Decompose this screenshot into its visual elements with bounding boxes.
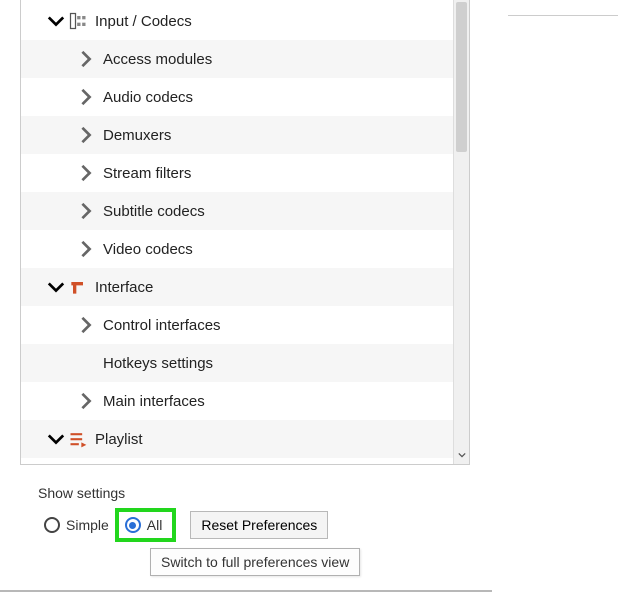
preferences-footer: Show settings Simple All Reset Preferenc… bbox=[20, 475, 470, 543]
preferences-tree-panel: Input / Codecs Access modules Audio code… bbox=[20, 0, 470, 465]
tree-category-label: Input / Codecs bbox=[95, 13, 192, 30]
tree-item-label: Stream filters bbox=[103, 165, 191, 182]
tree-item-label: Demuxers bbox=[103, 127, 171, 144]
radio-all[interactable]: All bbox=[115, 508, 177, 542]
radio-dot-icon bbox=[129, 522, 136, 529]
tree-category-label: Playlist bbox=[95, 431, 143, 448]
tree-item-label: Video codecs bbox=[103, 241, 193, 258]
chevron-right-icon bbox=[77, 164, 95, 182]
window-border-bottom bbox=[0, 590, 492, 592]
scroll-down-icon[interactable] bbox=[454, 448, 469, 462]
tree-item-stream-filters[interactable]: Stream filters bbox=[21, 154, 469, 192]
tree-item-label: Audio codecs bbox=[103, 89, 193, 106]
tree-item-access-modules[interactable]: Access modules bbox=[21, 40, 469, 78]
chevron-right-icon bbox=[77, 202, 95, 220]
tree-item-demuxers[interactable]: Demuxers bbox=[21, 116, 469, 154]
chevron-down-icon bbox=[47, 12, 65, 30]
settings-tree[interactable]: Input / Codecs Access modules Audio code… bbox=[21, 0, 469, 464]
tree-item-subtitle-codecs[interactable]: Subtitle codecs bbox=[21, 192, 469, 230]
show-settings-radio-group: Simple All Reset Preferences bbox=[38, 507, 470, 543]
vertical-scrollbar[interactable] bbox=[453, 0, 469, 464]
tree-item-video-codecs[interactable]: Video codecs bbox=[21, 230, 469, 268]
chevron-down-icon bbox=[47, 278, 65, 296]
scroll-thumb[interactable] bbox=[456, 2, 467, 152]
show-settings-label: Show settings bbox=[38, 485, 470, 501]
chevron-right-icon bbox=[77, 240, 95, 258]
chevron-right-icon bbox=[77, 316, 95, 334]
radio-simple[interactable]: Simple bbox=[38, 508, 115, 542]
codecs-icon bbox=[65, 11, 91, 31]
radio-simple-label: Simple bbox=[66, 517, 109, 533]
tooltip: Switch to full preferences view bbox=[150, 548, 360, 576]
tree-item-label: Control interfaces bbox=[103, 317, 221, 334]
tree-item-hotkeys-settings[interactable]: Hotkeys settings bbox=[21, 344, 469, 382]
tree-category-input-codecs[interactable]: Input / Codecs bbox=[21, 2, 469, 40]
tree-item-audio-codecs[interactable]: Audio codecs bbox=[21, 78, 469, 116]
chevron-right-icon bbox=[77, 126, 95, 144]
tree-item-label: Access modules bbox=[103, 51, 212, 68]
chevron-down-icon bbox=[47, 430, 65, 448]
chevron-right-icon bbox=[77, 392, 95, 410]
playlist-icon bbox=[65, 429, 91, 449]
radio-icon bbox=[125, 517, 141, 533]
tree-item-control-interfaces[interactable]: Control interfaces bbox=[21, 306, 469, 344]
tree-item-label: Main interfaces bbox=[103, 393, 205, 410]
tree-category-interface[interactable]: Interface bbox=[21, 268, 469, 306]
chevron-right-icon bbox=[77, 50, 95, 68]
tree-category-label: Interface bbox=[95, 279, 153, 296]
brush-icon bbox=[65, 277, 91, 297]
tree-category-playlist[interactable]: Playlist bbox=[21, 420, 469, 458]
radio-icon bbox=[44, 517, 60, 533]
reset-preferences-button[interactable]: Reset Preferences bbox=[190, 511, 328, 539]
tree-item-label: Subtitle codecs bbox=[103, 203, 205, 220]
chevron-right-icon bbox=[77, 88, 95, 106]
tree-item-main-interfaces[interactable]: Main interfaces bbox=[21, 382, 469, 420]
tree-item-label: Hotkeys settings bbox=[103, 355, 213, 372]
right-panel-fragment bbox=[508, 0, 618, 16]
radio-all-label: All bbox=[147, 517, 163, 533]
